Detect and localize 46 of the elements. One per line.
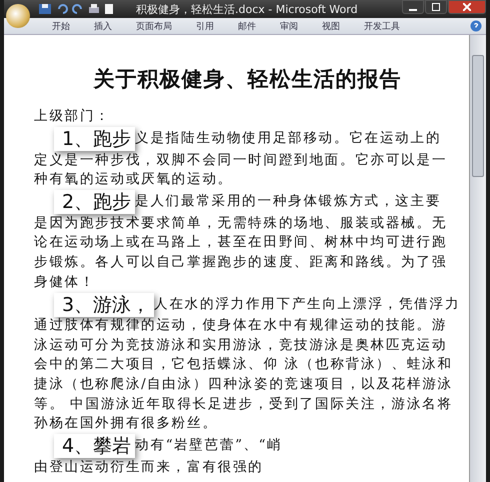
ribbon-tab[interactable]: 页面布局: [136, 20, 172, 32]
section-label: 4、攀岩: [54, 434, 136, 458]
close-icon: [463, 3, 471, 11]
text-line: 定义是一种步伐，双脚不会同一时间蹬到地面。它亦可以是一: [34, 150, 448, 170]
ribbon-tab[interactable]: 邮件: [238, 20, 256, 32]
redo-icon[interactable]: [72, 3, 84, 15]
text-line: 步锻炼。各人可以自己掌握跑步的速度、距离和路线。为了强: [34, 252, 448, 272]
print-icon[interactable]: [88, 3, 100, 15]
ribbon-tab[interactable]: 开始: [52, 20, 70, 32]
office-button[interactable]: [6, 4, 30, 28]
text-line: 等。 中国游泳近年取得长足进步，受到了国际关注，游泳名将: [34, 394, 454, 414]
ribbon-tab[interactable]: 插入: [94, 20, 112, 32]
window-title: 积极健身，轻松生活.docx - Microsoft Word: [136, 2, 358, 16]
text-line: 身健体！: [34, 272, 96, 292]
text-line: 是人们最常采用的一种身体锻炼方式，这主要: [135, 192, 442, 212]
text-line: 由登山运动衍生而来，富有很强的: [34, 458, 264, 477]
text-line: 捷泳（也称爬泳/自由泳）四种泳姿的竞速项目，以及花样游泳: [34, 374, 454, 394]
text-line: 通过肢体有规律的运动，使身体在水中有规律运动的技能。游: [34, 316, 448, 336]
scroll-thumb[interactable]: [472, 55, 484, 177]
save-icon[interactable]: [38, 3, 52, 15]
salutation: 上级部门：: [34, 107, 112, 126]
section-label: 1、跑步: [54, 127, 136, 152]
document-icon[interactable]: [104, 3, 114, 15]
text-line: 人在水的浮力作用下产生向上漂浮，凭借浮力: [154, 294, 460, 314]
text-line: 孙杨在国外拥有很多粉丝。: [34, 414, 219, 434]
text-line: 是因为跑步技术要求简单，无需特殊的场地、服装或器械。无: [34, 214, 448, 233]
undo-icon[interactable]: [56, 3, 68, 15]
help-icon[interactable]: [470, 20, 482, 32]
ribbon-tab[interactable]: 视图: [322, 20, 340, 32]
text-line: 会中的第二大项目，它包括蝶泳、仰 泳（也称背泳）、蛙泳和: [34, 355, 454, 374]
text-line: 种有氧的运动或厌氧的运动。: [34, 170, 234, 190]
text-line: 动有“岩壁芭蕾”、“峭: [135, 436, 282, 456]
text-line: 论在运动场上或在马路上，甚至在田野间、树林中均可进行跑: [34, 233, 448, 252]
ribbon-tab[interactable]: 审阅: [280, 20, 298, 32]
section-label: 3、游泳，: [54, 292, 154, 317]
section-label: 2、跑步: [54, 190, 136, 214]
ribbon-tab[interactable]: 开发工具: [364, 20, 400, 32]
document-title: 关于积极健身、轻松生活的报告: [92, 66, 402, 93]
ribbon-tab[interactable]: 引用: [196, 20, 214, 32]
maximize-button[interactable]: [425, 0, 447, 14]
close-button[interactable]: [448, 0, 486, 14]
maximize-icon: [432, 3, 440, 11]
scrollbar[interactable]: [469, 35, 486, 482]
minimize-button[interactable]: [402, 0, 424, 14]
text-line: 泳运动可分为竞技游泳和实用游泳，竞技游泳是奥林匹克运动: [34, 336, 448, 355]
text-line: 义是指陆生动物使用足部移动。它在运动上的: [135, 129, 442, 148]
